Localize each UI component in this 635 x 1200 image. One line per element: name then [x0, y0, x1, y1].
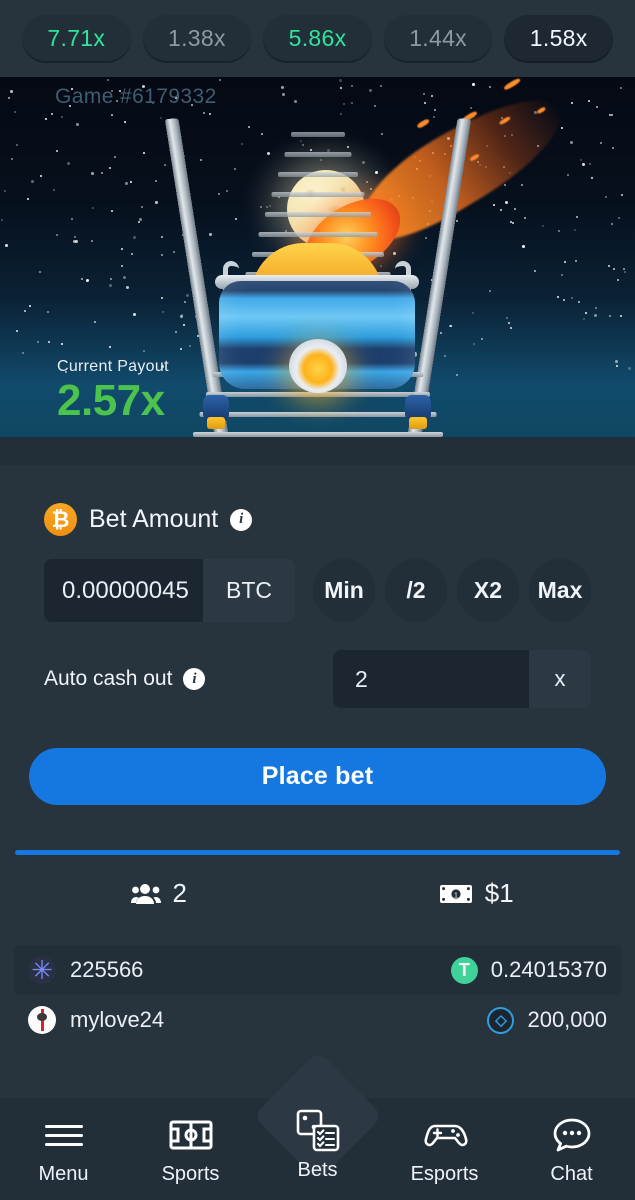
- bet-user: mylove24: [28, 1006, 164, 1034]
- burst-avatar: [28, 956, 56, 984]
- multiplier-history-bar: 7.71x 1.38x 5.86x 1.44x 1.58x: [0, 0, 635, 77]
- nav-label-bets: Bets: [297, 1159, 338, 1181]
- coaster-cart: [201, 243, 433, 433]
- svg-text:1: 1: [454, 892, 458, 899]
- bet-amount-row: 0.00000045 BTC Min /2 X2 Max: [0, 536, 635, 622]
- bet-amount-title: Bet Amount: [89, 505, 219, 533]
- auto-cashout-label: Auto cash out: [44, 667, 173, 690]
- history-chip-2[interactable]: 5.86x: [263, 14, 372, 63]
- history-chip-4[interactable]: 1.58x: [504, 14, 613, 63]
- nav-item-chat[interactable]: Chat: [508, 1098, 635, 1186]
- bet-double-button[interactable]: X2: [457, 559, 519, 622]
- hamburger-menu-icon: [43, 1116, 85, 1154]
- bet-amount-field[interactable]: 0.00000045 BTC: [44, 559, 295, 622]
- bet-amount-cell: ◇ 200,000: [487, 1006, 607, 1034]
- auto-cashout-info-icon[interactable]: i: [183, 668, 206, 690]
- bet-quick-buttons: Min /2 X2 Max: [313, 559, 591, 622]
- nav-label-menu: Menu: [38, 1163, 89, 1185]
- wager-total: $1: [484, 878, 514, 908]
- chat-bubble-icon: [552, 1116, 592, 1154]
- cart-headlight: [289, 339, 347, 393]
- auto-cashout-row: Auto cash out i 2 x: [0, 650, 635, 708]
- gamepad-icon: [422, 1116, 468, 1154]
- table-row[interactable]: mylove24 ◇ 200,000: [14, 995, 621, 1045]
- history-chip-1[interactable]: 1.38x: [142, 14, 252, 63]
- auto-cashout-input[interactable]: 2: [333, 650, 529, 708]
- bet-amount-cell: T 0.24015370: [450, 956, 607, 984]
- current-payout-value: 2.57x: [57, 376, 165, 425]
- tower-avatar: [28, 1006, 56, 1034]
- place-bet-button[interactable]: Place bet: [29, 748, 606, 805]
- info-icon[interactable]: i: [230, 508, 253, 531]
- players-count: 2: [172, 878, 187, 908]
- bet-amount-input[interactable]: 0.00000045: [44, 559, 203, 622]
- nav-label-chat: Chat: [550, 1163, 593, 1185]
- history-chip-label: 7.71x: [47, 25, 106, 51]
- bet-user-name: mylove24: [70, 1007, 165, 1032]
- wager-stat: 1 $1: [318, 878, 635, 909]
- auto-cashout-suffix: x: [554, 666, 566, 691]
- history-chip-3[interactable]: 1.44x: [383, 14, 493, 63]
- nav-item-menu[interactable]: Menu: [0, 1098, 127, 1186]
- history-chip-label: 5.86x: [288, 25, 347, 51]
- round-stats: 2 1 $1: [0, 878, 635, 909]
- active-bets-list: 225566 T 0.24015370 mylove24 ◇ 200,000: [0, 945, 635, 1045]
- history-chip-0[interactable]: 7.71x: [22, 14, 131, 63]
- panel-separator: [0, 437, 635, 465]
- bet-amount-value: 0.24015370: [490, 957, 607, 982]
- nav-label-sports: Sports: [161, 1163, 220, 1185]
- comet-spark: [503, 77, 522, 91]
- current-payout: Current Payout 2.57x: [57, 358, 169, 423]
- xrp-icon: ◇: [487, 1006, 515, 1034]
- bet-user: 225566: [28, 956, 143, 984]
- bet-amount-header: ₿ Bet Amount i: [0, 465, 635, 536]
- bets-dice-list-icon: [295, 1109, 341, 1152]
- nav-item-bets[interactable]: Bets: [252, 1050, 383, 1182]
- history-chip-label: 1.58x: [529, 25, 588, 51]
- crash-game-screen: 7.71x 1.38x 5.86x 1.44x 1.58x Game #6179…: [0, 0, 635, 1200]
- bet-panel: ₿ Bet Amount i 0.00000045 BTC Min /2 X2 …: [0, 465, 635, 908]
- auto-cashout-label-group: Auto cash out i: [44, 667, 206, 691]
- bet-max-button[interactable]: Max: [529, 559, 591, 622]
- game-canvas: Game #6179332 Current Payout 2.57x: [0, 77, 635, 437]
- bet-amount-currency[interactable]: BTC: [203, 559, 295, 622]
- game-id-label: Game #6179332: [55, 85, 217, 108]
- bet-user-name: 225566: [70, 957, 144, 982]
- table-row[interactable]: 225566 T 0.24015370: [14, 945, 621, 995]
- current-payout-label: Current Payout: [57, 358, 169, 375]
- history-chip-label: 1.38x: [168, 25, 226, 51]
- auto-cashout-field[interactable]: 2 x: [333, 650, 591, 708]
- nav-item-sports[interactable]: Sports: [127, 1098, 254, 1186]
- players-icon: [130, 883, 161, 904]
- usdt-icon: T: [450, 956, 478, 984]
- bet-min-button[interactable]: Min: [313, 559, 375, 622]
- bitcoin-icon: ₿: [44, 503, 77, 536]
- nav-item-esports[interactable]: Esports: [381, 1098, 508, 1186]
- players-stat: 2: [0, 878, 318, 909]
- section-divider: [15, 850, 620, 855]
- bet-amount-value: 200,000: [527, 1007, 607, 1032]
- cart-wheel-right: [405, 395, 431, 429]
- history-chip-label: 1.44x: [409, 25, 467, 51]
- bottom-navigation: Menu Sports Bets Esports Chat: [0, 1050, 635, 1200]
- nav-label-esports: Esports: [410, 1163, 479, 1185]
- banknote-icon: 1: [439, 884, 472, 903]
- cart-wheel-left: [203, 395, 229, 429]
- sports-field-icon: [169, 1116, 213, 1154]
- bet-half-button[interactable]: /2: [385, 559, 447, 622]
